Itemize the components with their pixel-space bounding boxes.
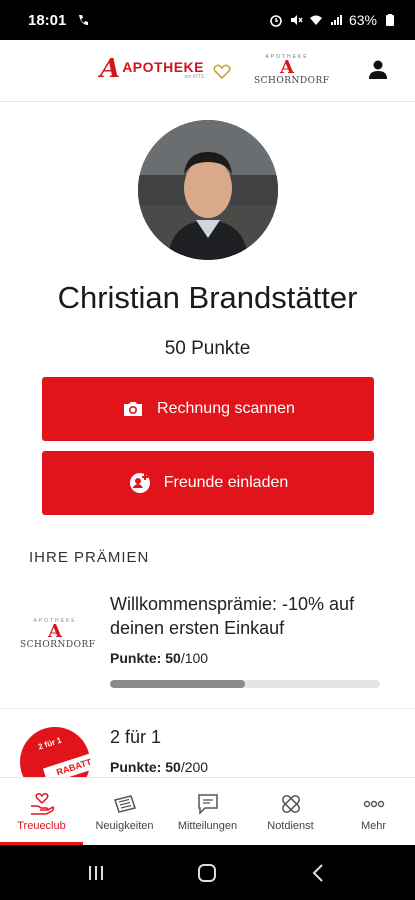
home-icon[interactable] bbox=[195, 861, 219, 885]
reward-points: Punkte: 50/200 bbox=[110, 759, 208, 775]
camera-icon bbox=[124, 402, 143, 416]
schorndorf-a-mark: A bbox=[280, 57, 294, 78]
reward-points-label: Punkte: bbox=[110, 650, 162, 666]
points-total: 50 Punkte bbox=[164, 338, 251, 359]
rewards-section-title: IHRE PRÄMIEN bbox=[29, 549, 150, 566]
reward-logo-a-mark: A bbox=[48, 621, 62, 642]
reward-points: Punkte: 50/100 bbox=[110, 650, 208, 666]
scan-receipt-button[interactable]: Rechnung scannen bbox=[42, 377, 374, 441]
reward-progress-fill bbox=[110, 680, 245, 688]
bottom-navigation: Treueclub Neuigkeiten Mitteilungen Notdi… bbox=[0, 777, 415, 845]
reward-progress-bar bbox=[110, 680, 380, 688]
avatar-photo bbox=[138, 120, 278, 260]
reward-points-total: /200 bbox=[180, 759, 209, 775]
invite-friends-button[interactable]: Freunde einladen bbox=[42, 451, 374, 515]
apotheke-a-mark: A bbox=[100, 54, 121, 84]
status-time: 18:01 bbox=[28, 11, 67, 29]
scan-receipt-label: Rechnung scannen bbox=[157, 400, 295, 417]
system-navigation-bar bbox=[0, 845, 415, 900]
more-icon bbox=[363, 800, 384, 807]
reward-item[interactable]: APOTHEKE A SCHORNDORF Willkommensprämie:… bbox=[0, 588, 415, 708]
reward-title: 2 für 1 bbox=[110, 727, 162, 747]
nav-label-notdienst: Notdienst bbox=[267, 819, 314, 832]
reward-points-current: 50 bbox=[165, 759, 181, 775]
signal-icon bbox=[330, 15, 342, 25]
account-icon[interactable] bbox=[366, 58, 390, 82]
nav-item-notdienst[interactable]: Notdienst bbox=[249, 778, 332, 845]
apotheke-logo-subtext: am KITS bbox=[184, 74, 204, 80]
invite-friends-label: Freunde einladen bbox=[163, 474, 289, 491]
avatar[interactable] bbox=[138, 120, 278, 260]
recent-apps-icon[interactable] bbox=[84, 861, 108, 885]
alarm-icon bbox=[270, 15, 282, 27]
profile-name: Christian Brandstätter bbox=[57, 280, 358, 315]
schorndorf-logo: APOTHEKE A SCHORNDORF bbox=[20, 618, 96, 650]
mute-icon bbox=[290, 15, 303, 25]
nav-item-mitteilungen[interactable]: Mitteilungen bbox=[166, 778, 249, 845]
app-header: A APOTHEKE am KITS APOTHEKE A SCHORNDORF bbox=[0, 40, 415, 102]
newspaper-icon bbox=[113, 794, 136, 813]
battery-percent: 63% bbox=[348, 12, 377, 28]
heart-hand-icon bbox=[30, 792, 54, 815]
reward-points-current: 50 bbox=[165, 650, 181, 666]
nav-item-neuigkeiten[interactable]: Neuigkeiten bbox=[83, 778, 166, 845]
message-icon bbox=[197, 793, 218, 815]
wifi-icon bbox=[309, 15, 322, 25]
reward-title: Willkommensprämie: -10% auf deinen erste… bbox=[110, 594, 355, 638]
nav-item-treueclub[interactable]: Treueclub bbox=[0, 778, 83, 845]
schorndorf-logo-text: SCHORNDORF bbox=[254, 76, 330, 86]
nav-label-mehr: Mehr bbox=[360, 819, 387, 832]
nav-label-mitteilungen: Mitteilungen bbox=[177, 819, 238, 832]
nav-label-neuigkeiten: Neuigkeiten bbox=[95, 819, 154, 832]
reward-points-label: Punkte: bbox=[110, 759, 162, 775]
nav-item-mehr[interactable]: Mehr bbox=[332, 778, 415, 845]
battery-icon bbox=[386, 14, 394, 26]
schorndorf-logo: APOTHEKE A SCHORNDORF bbox=[254, 54, 330, 86]
apotheke-logo-text: APOTHEKE bbox=[122, 59, 204, 75]
bandage-icon bbox=[281, 794, 300, 813]
status-bar: 18:01 63% bbox=[0, 0, 415, 40]
reward-points-total: /100 bbox=[180, 650, 209, 666]
nav-label-treueclub: Treueclub bbox=[17, 819, 66, 832]
add-friend-icon bbox=[129, 473, 150, 493]
back-icon[interactable] bbox=[307, 861, 331, 885]
call-forward-icon bbox=[79, 15, 89, 25]
reward-logo-text: SCHORNDORF bbox=[20, 640, 96, 650]
reward-item[interactable]: 2 für 1 RABATT 2 für 1 Punkte: 50/200 bbox=[0, 708, 415, 778]
apotheke-logo: A APOTHEKE am KITS bbox=[100, 54, 204, 84]
heart-icon bbox=[213, 64, 231, 80]
